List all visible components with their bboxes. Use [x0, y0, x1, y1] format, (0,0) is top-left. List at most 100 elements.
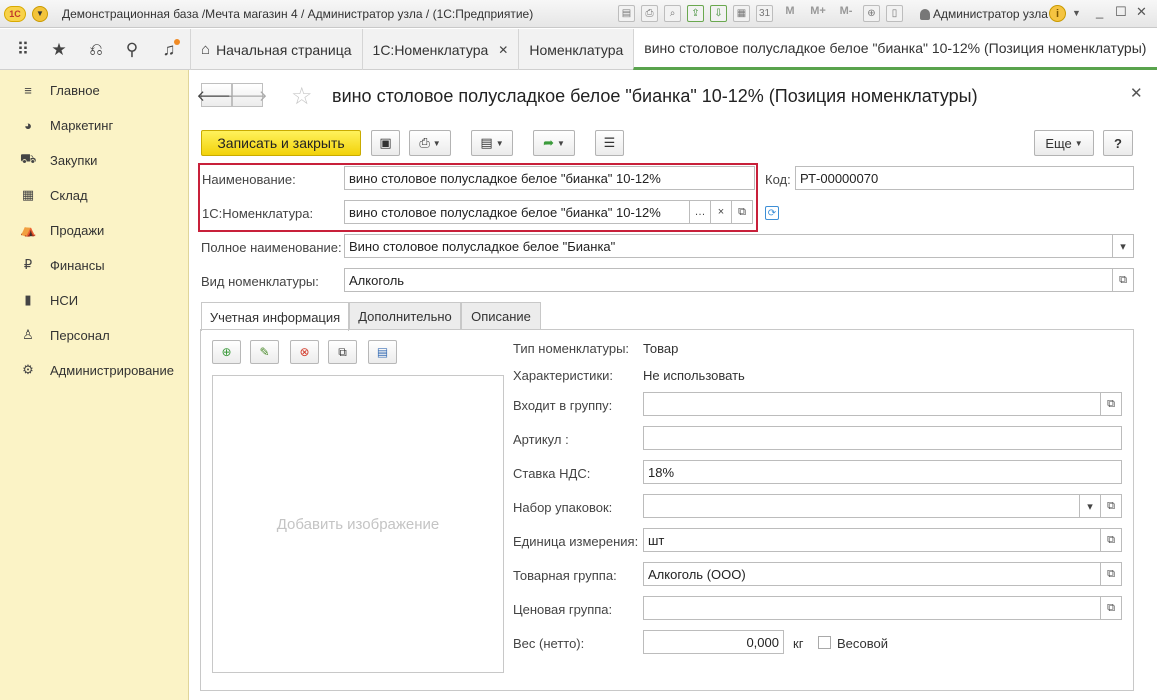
- packaging-input[interactable]: [643, 494, 1080, 518]
- name-input[interactable]: вино столовое полусладкое белое "бианка"…: [344, 166, 755, 190]
- tab-description[interactable]: Описание: [461, 302, 541, 330]
- save-and-close-button[interactable]: Записать и закрыть: [201, 130, 361, 156]
- name-label: Наименование:: [202, 172, 296, 187]
- memory-m-button[interactable]: M: [779, 5, 801, 22]
- tab-home[interactable]: ⌂ Начальная страница: [190, 29, 362, 70]
- list-icon: ☰: [603, 135, 616, 150]
- sidebar-item-finance[interactable]: ₽ Финансы: [0, 251, 189, 279]
- weight-input[interactable]: 0,000: [643, 630, 784, 654]
- select-button[interactable]: …: [689, 200, 711, 224]
- reports-button[interactable]: ▤ ▼: [471, 130, 513, 156]
- history-icon[interactable]: ⎌: [85, 39, 107, 61]
- main-menu-icon[interactable]: ▼: [32, 5, 48, 22]
- chevron-down-icon[interactable]: ▾: [1112, 234, 1134, 258]
- sidebar-item-administration[interactable]: ⚙ Администрирование: [0, 356, 189, 384]
- article-input[interactable]: [643, 426, 1122, 450]
- unit-input[interactable]: шт: [643, 528, 1101, 552]
- notifications-bell-icon[interactable]: ♫: [158, 39, 180, 61]
- tab-label: Номенклатура: [529, 41, 624, 58]
- tab-1c-nomenclature[interactable]: 1С:Номенклатура ✕: [361, 29, 519, 70]
- refresh-icon[interactable]: ⟳: [765, 206, 779, 220]
- weight-label: Вес (нетто):: [513, 636, 585, 651]
- calculator-icon[interactable]: ▦: [733, 5, 750, 22]
- open-icon[interactable]: ⧉: [731, 200, 753, 224]
- goods-group-input[interactable]: Алкоголь (ООО): [643, 562, 1101, 586]
- edit-pencil-icon[interactable]: ✎: [250, 340, 279, 364]
- open-icon[interactable]: ⧉: [1100, 562, 1122, 586]
- sidebar-item-marketing[interactable]: ◕ Маркетинг: [0, 111, 189, 139]
- create-based-on-button[interactable]: ➦ ▼: [533, 130, 575, 156]
- tab-nomenclature[interactable]: Номенклатура: [518, 29, 633, 70]
- close-tab-icon[interactable]: ✕: [498, 43, 508, 57]
- image-placeholder[interactable]: Добавить изображение: [212, 375, 504, 673]
- full-name-input[interactable]: Вино столовое полусладкое белое "Бианка": [344, 234, 1114, 258]
- sidebar-item-warehouse[interactable]: ▦ Склад: [0, 181, 189, 209]
- maximize-icon[interactable]: ☐: [1115, 4, 1127, 20]
- folder-arrow-icon: ➦: [543, 135, 554, 150]
- item-kind-input[interactable]: Алкоголь: [344, 268, 1114, 292]
- unit-label: Единица измерения:: [513, 534, 639, 549]
- minimize-icon[interactable]: _: [1096, 4, 1103, 19]
- close-window-icon[interactable]: ✕: [1136, 4, 1147, 20]
- app-logo-icon: 1С: [4, 5, 26, 22]
- close-form-icon[interactable]: ✕: [1130, 84, 1143, 102]
- weighable-checkbox[interactable]: [818, 636, 831, 649]
- favorites-star-icon[interactable]: ★: [48, 39, 70, 61]
- sidebar-item-nsi[interactable]: ▮ НСИ: [0, 286, 189, 314]
- calendar-icon[interactable]: 31: [756, 5, 773, 22]
- add-image-icon[interactable]: ⊕: [212, 340, 241, 364]
- sidebar-item-label: Склад: [50, 187, 88, 203]
- more-button[interactable]: Еще ▼: [1034, 130, 1094, 156]
- upload-icon[interactable]: ⇪: [687, 5, 704, 22]
- nomenclature-1c-input[interactable]: вино столовое полусладкое белое "бианка"…: [344, 200, 690, 224]
- open-icon[interactable]: ⧉: [1112, 268, 1134, 292]
- info-icon[interactable]: i: [1049, 5, 1066, 22]
- grid-menu-icon[interactable]: ⠿: [12, 39, 34, 61]
- home-icon: ⌂: [201, 41, 211, 58]
- save-icon[interactable]: ▤: [618, 5, 635, 22]
- sidebar-item-main[interactable]: ≡ Главное: [0, 76, 189, 104]
- basket-icon: ⛺: [20, 222, 37, 237]
- form-title: вино столовое полусладкое белое "бианка"…: [332, 86, 978, 106]
- tab-accounting-info[interactable]: Учетная информация: [201, 302, 349, 331]
- help-button[interactable]: ?: [1103, 130, 1133, 156]
- open-icon[interactable]: ⧉: [1100, 494, 1122, 518]
- preview-icon[interactable]: ⌕: [664, 5, 681, 22]
- forward-button[interactable]: 🡒: [227, 83, 268, 107]
- vat-rate-label: Ставка НДС:: [513, 466, 591, 481]
- clear-icon[interactable]: ×: [710, 200, 732, 224]
- open-icon[interactable]: ⧉: [1100, 528, 1122, 552]
- tab-label: вино столовое полусладкое белое "бианка"…: [644, 40, 1147, 56]
- memory-minus-button[interactable]: M-: [835, 5, 857, 22]
- price-group-input[interactable]: [643, 596, 1101, 620]
- sidebar-item-sales[interactable]: ⛺ Продажи: [0, 216, 189, 244]
- memory-plus-button[interactable]: M+: [807, 5, 829, 22]
- sidebar-item-personnel[interactable]: ♙ Персонал: [0, 321, 189, 349]
- open-icon[interactable]: ⧉: [1100, 392, 1122, 416]
- info-dropdown-icon[interactable]: ▼: [1072, 8, 1081, 18]
- nomenclature-1c-label: 1С:Номенклатура:: [202, 206, 314, 221]
- chevron-down-icon[interactable]: ▾: [1079, 494, 1101, 518]
- save-button[interactable]: ▣: [371, 130, 400, 156]
- print-button[interactable]: ⎙ ▼: [409, 130, 451, 156]
- tab-additional[interactable]: Дополнительно: [349, 302, 461, 330]
- zoom-icon[interactable]: ⊕: [863, 5, 880, 22]
- print-icon[interactable]: ⎙: [641, 5, 658, 22]
- open-icon[interactable]: ⧉: [1100, 596, 1122, 620]
- sidebar-item-purchases[interactable]: ⛟ Закупки: [0, 146, 189, 174]
- download-icon[interactable]: ⇩: [710, 5, 727, 22]
- current-user[interactable]: Администратор узла: [920, 7, 1048, 21]
- tab-item-card[interactable]: вино столовое полусладкое белое "бианка"…: [633, 29, 1157, 70]
- open-image-icon[interactable]: ⧉: [328, 340, 357, 364]
- favorite-star-icon[interactable]: ☆: [291, 82, 313, 111]
- group-input[interactable]: [643, 392, 1101, 416]
- code-input[interactable]: РТ-00000070: [795, 166, 1134, 190]
- truck-icon: ⛟: [20, 151, 37, 166]
- vat-rate-input[interactable]: 18%: [643, 460, 1122, 484]
- panel-icon[interactable]: ▯: [886, 5, 903, 22]
- sidebar-item-label: Продажи: [50, 222, 105, 238]
- image-settings-icon[interactable]: ▤: [368, 340, 397, 364]
- search-icon[interactable]: ⚲: [121, 39, 143, 61]
- list-button[interactable]: ☰: [595, 130, 624, 156]
- delete-icon[interactable]: ⊗: [290, 340, 319, 364]
